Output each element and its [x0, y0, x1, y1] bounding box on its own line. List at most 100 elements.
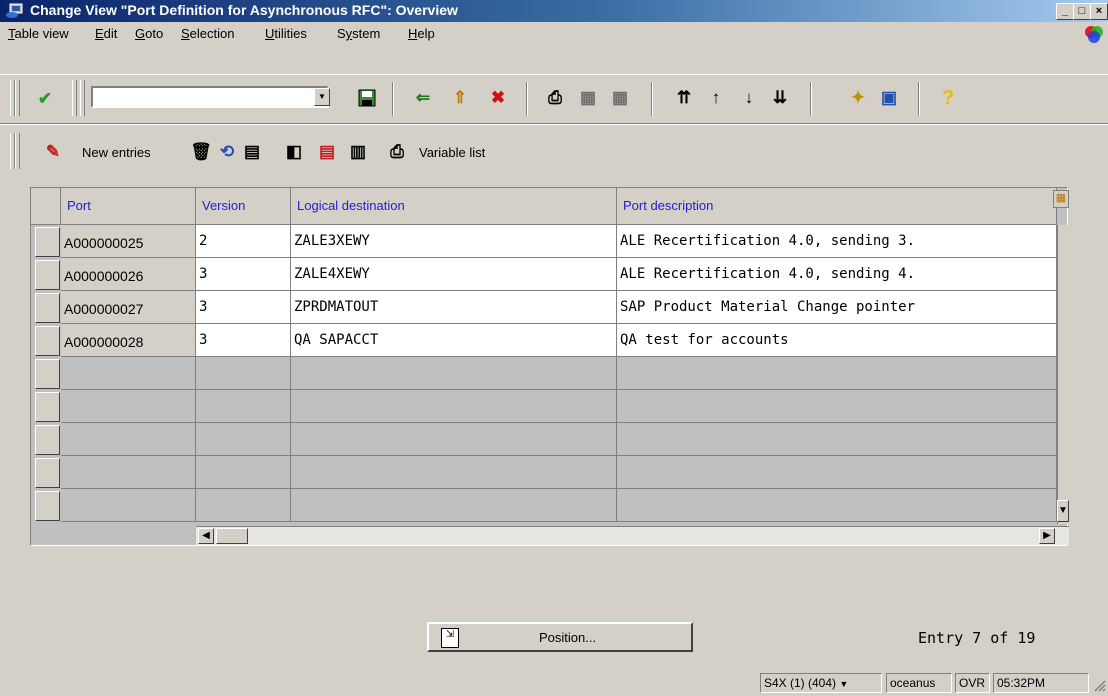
position-button[interactable]: ⇲ Position...	[427, 622, 693, 652]
divider	[0, 74, 1108, 75]
find-next-icon[interactable]: ▦	[609, 87, 631, 109]
separator	[526, 82, 528, 116]
select-all-icon[interactable]: ▤	[241, 141, 263, 163]
variable-list-button[interactable]: Variable list	[419, 145, 485, 160]
row-selector[interactable]	[35, 458, 60, 488]
menu-table-view[interactable]: Table view	[8, 26, 69, 41]
resize-grip-icon[interactable]	[1092, 678, 1106, 692]
menu-edit[interactable]: Edit	[95, 26, 117, 41]
row-selector[interactable]	[35, 227, 60, 257]
row-selector[interactable]	[35, 293, 60, 323]
cell-empty	[617, 489, 1057, 522]
sort-icon[interactable]: ▥	[347, 141, 369, 163]
back-icon[interactable]: ⇐	[412, 87, 434, 109]
server-field: oceanus	[886, 673, 952, 693]
select-all-header[interactable]	[31, 188, 61, 225]
separator	[392, 82, 394, 116]
maximize-button[interactable]: □	[1073, 3, 1091, 20]
cell-empty	[196, 489, 291, 522]
display-change-icon[interactable]: ✎	[42, 141, 64, 163]
vertical-scrollbar[interactable]	[1057, 225, 1069, 524]
cell-port-description[interactable]: SAP Product Material Change pointer	[617, 291, 1057, 324]
status-bar: S4X (1) (404) ▼ oceanus OVR 05:32PM	[0, 670, 1108, 696]
cell-empty	[61, 390, 196, 423]
scroll-thumb[interactable]	[216, 528, 248, 544]
copy-as-icon[interactable]: ⟲	[216, 141, 238, 163]
create-session-icon[interactable]: ✦	[847, 87, 869, 109]
column-header-port[interactable]: Port	[61, 188, 196, 225]
minimize-button[interactable]: _	[1056, 3, 1074, 20]
find-icon[interactable]: ▦	[577, 87, 599, 109]
system-info-field[interactable]: S4X (1) (404) ▼	[760, 673, 882, 693]
table-settings-icon[interactable]: ▦	[1053, 190, 1069, 208]
cell-version[interactable]: 2	[196, 225, 291, 258]
cell-port: A000000025	[61, 225, 196, 258]
cell-empty	[61, 456, 196, 489]
cell-logical-destination[interactable]: ZPRDMATOUT	[291, 291, 617, 324]
cell-empty	[61, 357, 196, 390]
cell-empty	[291, 423, 617, 456]
menu-goto[interactable]: Goto	[135, 26, 163, 41]
cell-empty	[617, 357, 1057, 390]
cell-logical-destination[interactable]: ZALE4XEWY	[291, 258, 617, 291]
first-page-icon[interactable]: ⇈	[673, 87, 695, 109]
menu-help[interactable]: Help	[408, 26, 435, 41]
row-selector[interactable]	[35, 359, 60, 389]
cell-empty	[61, 423, 196, 456]
last-page-icon[interactable]: ⇊	[769, 87, 791, 109]
cell-empty	[291, 357, 617, 390]
exit-icon[interactable]: ⇑	[449, 87, 471, 109]
cell-empty	[196, 390, 291, 423]
help-icon[interactable]: ?	[937, 87, 959, 109]
cell-empty	[617, 423, 1057, 456]
save-icon[interactable]	[356, 87, 378, 109]
insert-mode-field[interactable]: OVR	[955, 673, 990, 693]
row-selector[interactable]	[35, 425, 60, 455]
cell-empty	[617, 390, 1057, 423]
command-field[interactable]	[91, 86, 329, 108]
cell-version[interactable]: 3	[196, 324, 291, 357]
separator	[810, 82, 812, 116]
menu-utilities[interactable]: Utilities	[265, 26, 307, 41]
print-icon[interactable]: ⎙	[544, 87, 566, 109]
column-header-logical-destination[interactable]: Logical destination	[291, 188, 617, 225]
close-button[interactable]: ×	[1090, 3, 1108, 20]
row-selector[interactable]	[35, 392, 60, 422]
previous-page-icon[interactable]: ↑	[705, 87, 727, 109]
cell-logical-destination[interactable]: QA SAPACCT	[291, 324, 617, 357]
horizontal-scrollbar[interactable]	[196, 526, 1069, 545]
enter-icon[interactable]: ✔	[34, 88, 56, 110]
system-info: S4X (1) (404)	[764, 676, 837, 690]
print-icon[interactable]: ⎙	[386, 141, 408, 163]
cell-logical-destination[interactable]: ZALE3XEWY	[291, 225, 617, 258]
select-block-icon[interactable]: ◧	[283, 141, 305, 163]
new-entries-button[interactable]: New entries	[82, 145, 151, 160]
sap-window-icon	[6, 3, 23, 18]
next-page-icon[interactable]: ↓	[738, 87, 760, 109]
cell-port-description[interactable]: ALE Recertification 4.0, sending 3.	[617, 225, 1057, 258]
cell-empty	[291, 390, 617, 423]
column-header-version[interactable]: Version	[196, 188, 291, 225]
cancel-icon[interactable]: ✖	[487, 87, 509, 109]
cell-port-description[interactable]: QA test for accounts	[617, 324, 1057, 357]
cell-port: A000000027	[61, 291, 196, 324]
column-header-port-description[interactable]: Port description	[617, 188, 1057, 225]
deselect-all-icon[interactable]: ▤	[316, 141, 338, 163]
scroll-down-button[interactable]: ▼	[1057, 500, 1069, 522]
shortcut-icon[interactable]: ▣	[878, 87, 900, 109]
menu-system[interactable]: System	[337, 26, 380, 41]
scroll-left-button[interactable]: ◀	[198, 528, 214, 544]
table-control: Port Version Logical destination Port de…	[30, 187, 1069, 546]
cell-version[interactable]: 3	[196, 258, 291, 291]
menu-selection[interactable]: Selection	[181, 26, 234, 41]
command-dropdown-button[interactable]: ▼	[314, 88, 330, 106]
window-title: Change View "Port Definition for Asynchr…	[30, 2, 458, 18]
row-selector[interactable]	[35, 491, 60, 521]
scroll-right-button[interactable]: ▶	[1039, 528, 1055, 544]
cell-port-description[interactable]: ALE Recertification 4.0, sending 4.	[617, 258, 1057, 291]
row-selector[interactable]	[35, 260, 60, 290]
row-selector[interactable]	[35, 326, 60, 356]
chevron-down-icon[interactable]: ▼	[839, 679, 848, 689]
cell-version[interactable]: 3	[196, 291, 291, 324]
delete-icon[interactable]: 🗑	[190, 141, 212, 163]
